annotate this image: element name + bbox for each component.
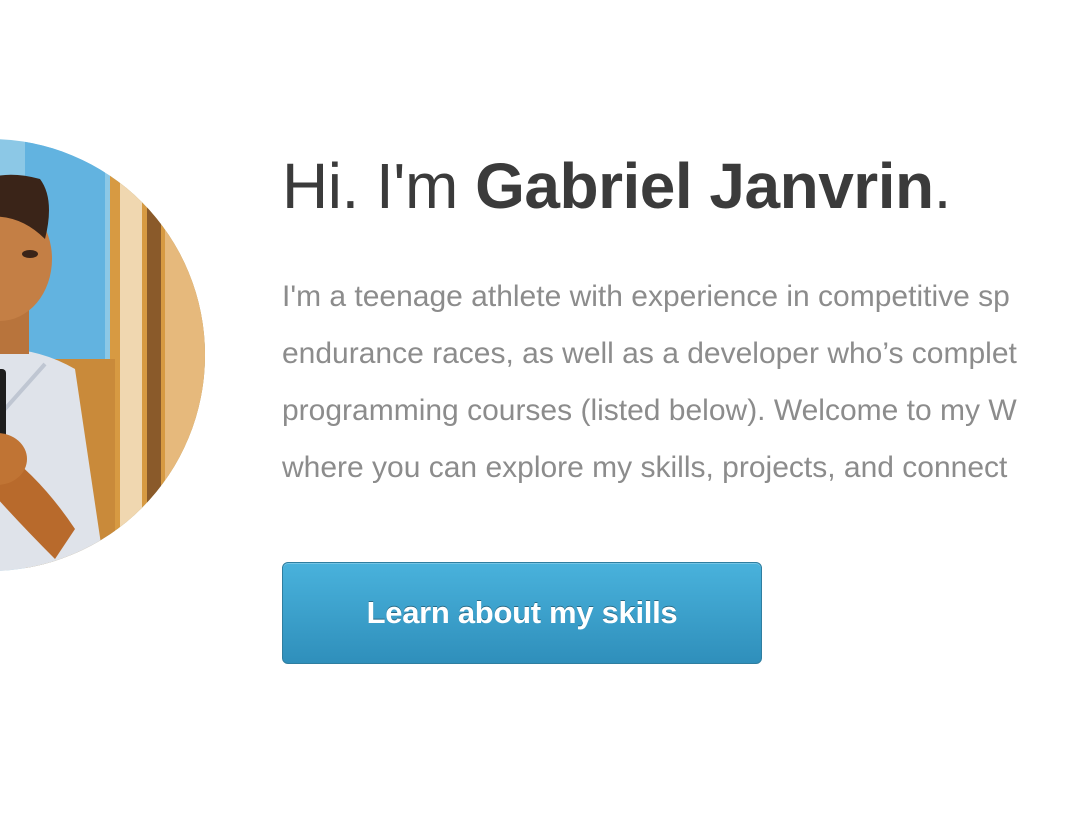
title-period: .	[933, 150, 952, 222]
page-title: Hi. I'm Gabriel Janvrin.	[282, 146, 951, 226]
profile-photo-image	[0, 139, 205, 571]
owner-name: Gabriel Janvrin	[475, 150, 934, 222]
intro-line: programming courses (listed below). Welc…	[282, 394, 1017, 427]
hero-section: Hi. I'm Gabriel Janvrin. I'm a teenage a…	[0, 0, 1067, 831]
greeting-text: Hi. I'm	[282, 150, 476, 222]
intro-line: I'm a teenage athlete with experience in…	[282, 280, 1010, 313]
learn-skills-button[interactable]: Learn about my skills	[282, 562, 762, 664]
hero-content: Hi. I'm Gabriel Janvrin. I'm a teenage a…	[282, 0, 1067, 831]
profile-photo	[0, 139, 205, 571]
intro-line: where you can explore my skills, project…	[282, 451, 1008, 484]
intro-line: endurance races, as well as a developer …	[282, 337, 1017, 370]
intro-paragraph: I'm a teenage athlete with experience in…	[282, 268, 1067, 496]
